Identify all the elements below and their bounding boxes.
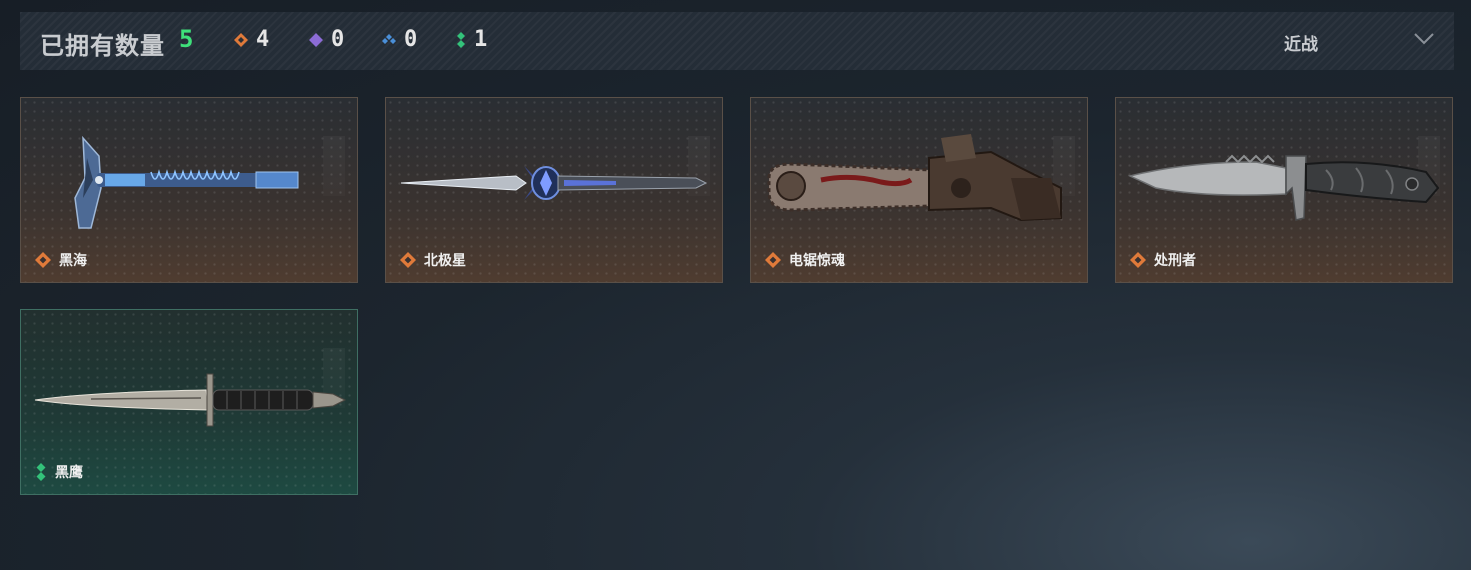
weapon-name: 北极星 xyxy=(424,252,466,268)
blue-diamond-icon xyxy=(382,33,396,44)
orange-diamond-icon xyxy=(400,252,416,268)
weapon-name: 处刑者 xyxy=(1154,252,1196,268)
bayonet-weapon-image xyxy=(34,373,347,427)
weapon-name-row: 黑鹰 xyxy=(35,462,83,482)
green-diamond-icon xyxy=(457,31,465,48)
category-filter-label: 近战 xyxy=(1284,35,1318,54)
orange-diamond-icon xyxy=(234,32,248,47)
weapon-name: 电锯惊魂 xyxy=(789,252,845,268)
weapon-card-chuxingzhe[interactable]: 处刑者 xyxy=(1115,97,1453,283)
owned-count-header: 已拥有数量 5 4 0 0 1 近战 xyxy=(20,12,1454,70)
orange-diamond-icon xyxy=(765,252,781,268)
rarity-green-count: 1 xyxy=(456,27,487,52)
chevron-down-icon[interactable] xyxy=(1413,32,1435,46)
chainsaw-weapon-image xyxy=(767,134,1062,222)
green-diamond-icon xyxy=(36,463,46,481)
weapon-card-dianju-jinghun[interactable]: 电锯惊魂 xyxy=(750,97,1088,283)
weapon-name-row: 北极星 xyxy=(400,250,466,270)
weapon-card-heiying[interactable]: 黑鹰 xyxy=(20,309,358,495)
purple-diamond-icon xyxy=(309,32,323,47)
category-filter-dropdown[interactable]: 近战 xyxy=(1284,30,1318,55)
rarity-orange-count: 4 xyxy=(234,27,269,52)
axe-weapon-image xyxy=(74,135,299,229)
owned-count-title: 已拥有数量 xyxy=(40,33,165,60)
rarity-blue-count: 0 xyxy=(382,27,417,52)
owned-total-count: 5 xyxy=(179,25,194,53)
weapon-name: 黑海 xyxy=(59,252,87,268)
weapon-card-beijixing[interactable]: 北极星 xyxy=(385,97,723,283)
dagger-weapon-image xyxy=(400,166,708,200)
weapon-name-row: 电锯惊魂 xyxy=(765,250,845,270)
weapon-name-row: 黑海 xyxy=(35,250,87,270)
rarity-purple-count: 0 xyxy=(309,27,344,52)
weapon-name-row: 处刑者 xyxy=(1130,250,1196,270)
orange-diamond-icon xyxy=(1130,252,1146,268)
orange-diamond-icon xyxy=(35,252,51,268)
weapon-name: 黑鹰 xyxy=(55,464,83,480)
combat-knife-weapon-image xyxy=(1127,154,1440,221)
weapon-card-heihai[interactable]: 黑海 xyxy=(20,97,358,283)
